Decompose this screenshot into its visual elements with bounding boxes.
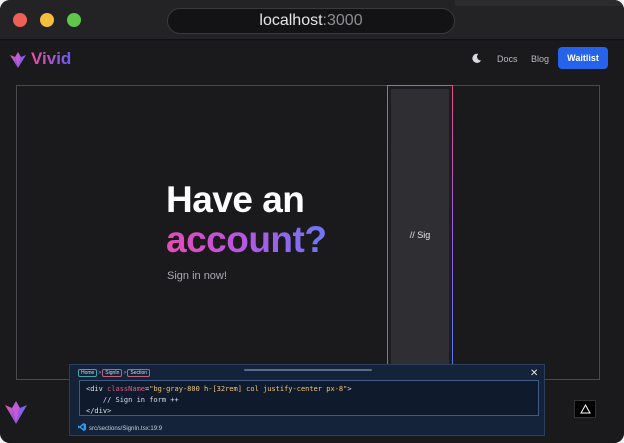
code-open-end: > — [347, 385, 352, 393]
signin-form-highlight[interactable]: // Sig — [387, 85, 453, 385]
component-inspector-panel: Home > SignIn > Section ✕ <div className="bg… — [69, 364, 545, 436]
waitlist-button[interactable]: Waitlist — [558, 47, 608, 69]
signin-form-frame: // Sig — [388, 86, 452, 384]
browser-window: localhost:3000 Vivid Docs Blog Waitlist … — [0, 0, 624, 443]
code-attr-value: "bg-gray-800 h-[32rem] col justify-cente… — [149, 385, 348, 393]
code-snippet: <div className="bg-gray-800 h-[32rem] co… — [79, 380, 539, 416]
scroll-to-top-button[interactable] — [574, 400, 596, 418]
close-icon[interactable]: ✕ — [530, 368, 538, 379]
code-comment: // Sign in form ++ — [102, 396, 179, 404]
moon-icon[interactable] — [471, 53, 482, 64]
vivid-devtools-logo-icon[interactable] — [4, 399, 28, 425]
breadcrumb-signin[interactable]: SignIn — [102, 369, 123, 377]
source-file-path: src/sections/SignIn.tsx:19:9 — [89, 426, 163, 432]
breadcrumb-section[interactable]: Section — [127, 369, 151, 377]
code-attr-name: className — [107, 385, 146, 393]
component-breadcrumb: Home > SignIn > Section — [78, 369, 151, 377]
breadcrumb-separator: > — [123, 370, 127, 376]
vscode-icon — [78, 423, 86, 431]
breadcrumb-separator: > — [98, 370, 102, 376]
window-edge — [455, 0, 624, 6]
url-host: localhost — [259, 12, 323, 29]
nav-link-docs[interactable]: Docs — [497, 54, 518, 64]
triangle-up-icon — [580, 404, 591, 414]
source-file-link[interactable]: src/sections/SignIn.tsx:19:9 — [78, 423, 162, 432]
title-bar: localhost:3000 — [0, 0, 624, 40]
address-bar[interactable]: localhost:3000 — [167, 8, 455, 34]
maximize-window-button[interactable] — [67, 13, 81, 27]
nav-link-blog[interactable]: Blog — [531, 54, 549, 64]
breadcrumb-home[interactable]: Home — [78, 369, 98, 377]
web-page: Vivid Docs Blog Waitlist Have an account… — [0, 41, 624, 443]
hero-title-line2: account? — [166, 219, 327, 260]
signin-form-placeholder: // Sig — [391, 89, 449, 381]
form-placeholder-text: // Sig — [409, 230, 431, 240]
brand-name[interactable]: Vivid — [31, 49, 71, 69]
code-open-tag: <div — [86, 385, 103, 393]
code-close-tag: </div> — [86, 407, 112, 415]
panel-drag-handle[interactable] — [244, 369, 372, 371]
hero-subtitle: Sign in now! — [167, 270, 227, 282]
vivid-logo-icon[interactable] — [9, 51, 27, 69]
close-window-button[interactable] — [13, 13, 27, 27]
minimize-window-button[interactable] — [40, 13, 54, 27]
url-port: :3000 — [322, 12, 363, 29]
hero-title-line1: Have an — [166, 179, 305, 220]
